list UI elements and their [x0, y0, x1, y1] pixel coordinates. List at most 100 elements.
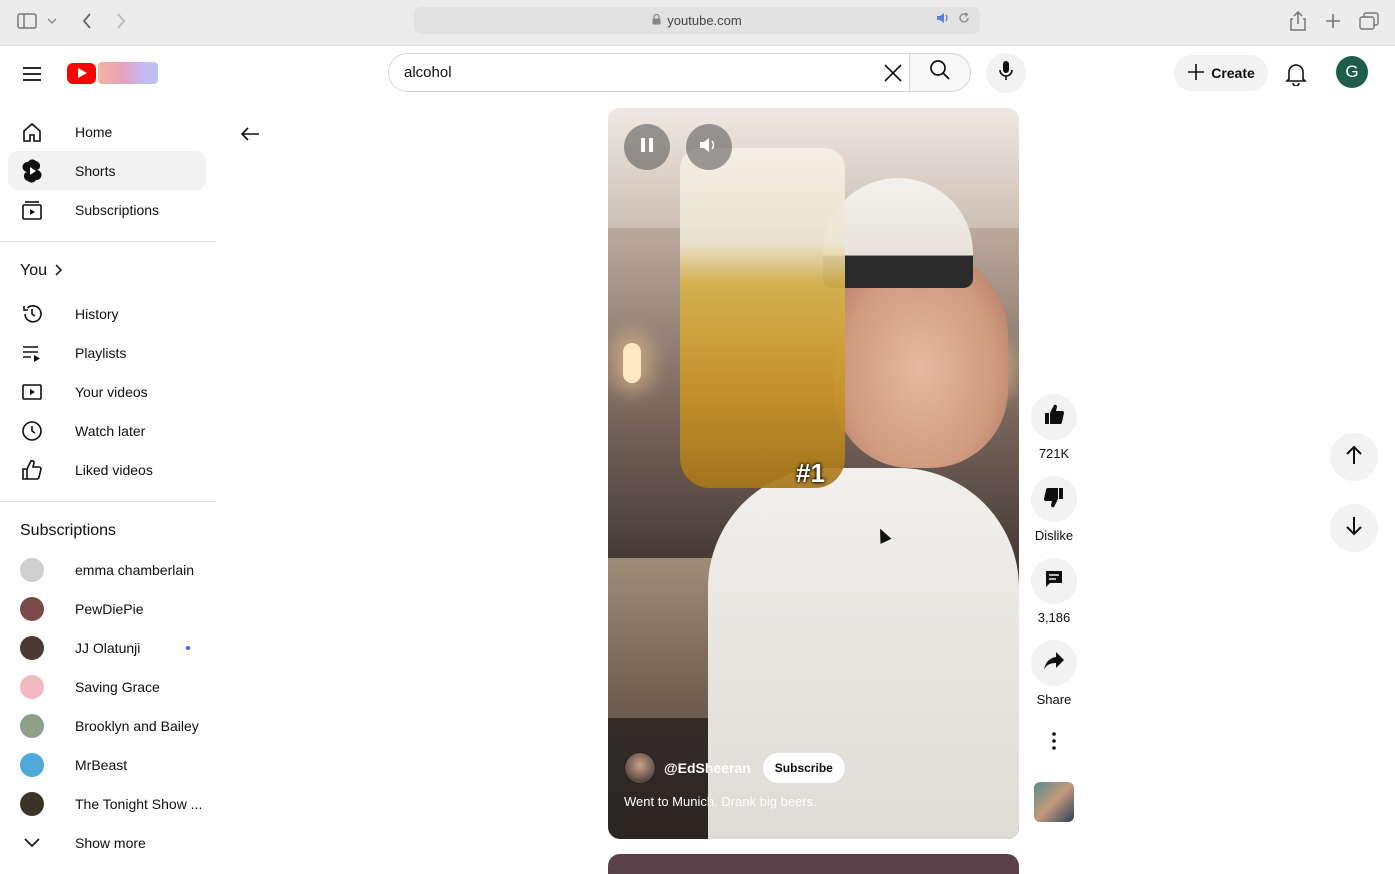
like-count: 721K — [1038, 446, 1070, 461]
sidebar-item-label: Home — [75, 123, 113, 140]
browser-back-icon[interactable] — [76, 10, 98, 32]
new-content-dot-icon — [186, 646, 190, 650]
sidebar-subscriptions-heading: Subscriptions — [0, 514, 216, 548]
comment-count: 3,186 — [1037, 610, 1071, 625]
search-button[interactable] — [909, 53, 971, 92]
sidebar-item-your-videos[interactable]: Your videos — [8, 372, 206, 411]
more-vertical-icon — [1052, 731, 1056, 755]
share-label: Share — [1036, 692, 1072, 707]
channel-avatar[interactable] — [624, 752, 656, 784]
share-arrow-icon — [1043, 651, 1065, 676]
clear-search-icon[interactable] — [881, 61, 905, 85]
search-input[interactable] — [404, 64, 864, 81]
sound-thumbnail[interactable] — [1034, 782, 1074, 822]
sidebar-item-subscriptions[interactable]: Subscriptions — [8, 190, 206, 229]
show-more-button[interactable]: Show more — [8, 823, 206, 862]
you-heading-label: You — [20, 262, 47, 279]
channel-name: Saving Grace — [75, 678, 160, 695]
sidebar: Home Shorts Subscriptions You History Pl… — [0, 112, 216, 862]
sidebar-subscription-item[interactable]: JJ Olatunji — [8, 628, 206, 667]
create-button[interactable]: Create — [1174, 55, 1268, 91]
pause-button[interactable] — [624, 124, 670, 170]
sidebar-item-liked-videos[interactable]: Liked videos — [8, 450, 206, 489]
subscribe-button[interactable]: Subscribe — [762, 753, 845, 783]
share-button[interactable] — [1031, 640, 1077, 686]
youtube-play-icon — [67, 62, 96, 84]
dislike-button[interactable] — [1031, 476, 1077, 522]
dislike-action: Dislike — [1030, 476, 1078, 543]
sidebar-subscription-item[interactable]: Brooklyn and Bailey — [8, 706, 206, 745]
sidebar-subscription-item[interactable]: emma chamberlain — [8, 550, 206, 589]
browser-forward-icon[interactable] — [110, 10, 132, 32]
sidebar-divider — [0, 501, 216, 502]
sidebar-item-watch-later[interactable]: Watch later — [8, 411, 206, 450]
sidebar-item-label: Liked videos — [75, 461, 153, 478]
channel-avatar — [20, 675, 44, 699]
browser-toolbar: youtube.com — [0, 0, 1395, 46]
channel-name: MrBeast — [75, 756, 128, 773]
sidebar-subscription-item[interactable]: MrBeast — [8, 745, 206, 784]
home-icon — [20, 120, 44, 144]
sidebar-item-history[interactable]: History — [8, 294, 206, 333]
account-avatar[interactable]: G — [1336, 56, 1368, 88]
previous-short-button[interactable] — [1330, 433, 1378, 481]
channel-avatar — [20, 753, 44, 777]
comments-button[interactable] — [1031, 558, 1077, 604]
comments-action: 3,186 — [1030, 558, 1078, 625]
sidebar-item-playlists[interactable]: Playlists — [8, 333, 206, 372]
volume-icon — [699, 136, 719, 159]
chevron-down-icon[interactable] — [44, 10, 60, 32]
next-short-preview[interactable] — [608, 854, 1019, 874]
your-videos-icon — [20, 380, 44, 404]
lock-icon — [652, 13, 661, 28]
back-arrow-icon[interactable] — [238, 122, 262, 146]
volume-button[interactable] — [686, 124, 732, 170]
hamburger-menu-icon[interactable] — [18, 60, 46, 88]
sidebar-item-label: Your videos — [75, 383, 148, 400]
sidebar-divider — [0, 241, 216, 242]
notifications-bell-icon[interactable] — [1280, 58, 1312, 90]
next-short-button[interactable] — [1330, 504, 1378, 552]
plus-icon — [1187, 63, 1205, 84]
new-tab-icon[interactable] — [1322, 10, 1344, 32]
pause-icon — [640, 137, 654, 158]
chevron-down-icon — [20, 831, 44, 855]
liked-videos-icon — [20, 458, 44, 482]
show-more-label: Show more — [75, 834, 146, 851]
create-label: Create — [1211, 65, 1255, 81]
video-caption[interactable]: Went to Munich. Drank big beers. — [624, 794, 817, 809]
chevron-right-icon — [55, 263, 63, 279]
sidebar-subscription-item[interactable]: Saving Grace — [8, 667, 206, 706]
share-page-icon[interactable] — [1287, 10, 1309, 32]
tab-overview-icon[interactable] — [1358, 10, 1380, 32]
reload-icon[interactable] — [958, 12, 970, 27]
sidebar-item-label: Subscriptions — [75, 201, 160, 218]
sidebar-item-label: Shorts — [75, 162, 116, 179]
video-frame-lamp — [623, 343, 641, 383]
channel-name: PewDiePie — [75, 600, 144, 617]
history-icon — [20, 302, 44, 326]
subscriptions-heading-label: Subscriptions — [20, 522, 117, 539]
share-action: Share — [1030, 640, 1078, 707]
channel-name: Brooklyn and Bailey — [75, 717, 199, 734]
youtube-header: Create G — [0, 46, 1395, 102]
channel-avatar — [20, 597, 44, 621]
sidebar-subscription-item[interactable]: PewDiePie — [8, 589, 206, 628]
voice-search-button[interactable] — [986, 53, 1026, 93]
sidebar-toggle-icon[interactable] — [16, 10, 38, 32]
short-video-player[interactable]: #1 @EdSheeran Subscribe Went to Munich. … — [608, 108, 1019, 839]
audio-playing-icon[interactable] — [936, 12, 950, 27]
like-button[interactable] — [1031, 394, 1077, 440]
address-bar[interactable]: youtube.com — [414, 7, 980, 34]
channel-avatar — [20, 792, 44, 816]
youtube-logo[interactable] — [67, 62, 159, 84]
sidebar-you-heading[interactable]: You — [0, 254, 216, 288]
channel-handle[interactable]: @EdSheeran — [664, 760, 751, 776]
sidebar-item-home[interactable]: Home — [8, 112, 206, 151]
more-options-button[interactable] — [1031, 720, 1077, 766]
sidebar-subscription-item[interactable]: The Tonight Show ... — [8, 784, 206, 823]
channel-name: The Tonight Show ... — [75, 795, 203, 812]
dislike-label: Dislike — [1034, 528, 1074, 543]
shorts-icon — [20, 159, 44, 183]
sidebar-item-shorts[interactable]: Shorts — [8, 151, 206, 190]
